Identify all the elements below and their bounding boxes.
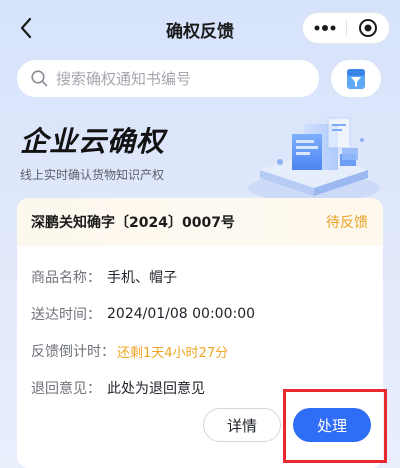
cloud-document-illustration [248,117,380,202]
more-button[interactable] [303,12,346,44]
delivery-time-value: 2024/01/08 00:00:00 [107,306,256,322]
mini-program-capsule [302,12,390,44]
filter-document-icon [347,68,365,89]
return-opinion-value: 此处为退回意见 [107,381,205,397]
close-mini-program-button[interactable] [347,12,389,44]
detail-row-product: 商品名称： 手机、帽子 [31,260,383,294]
search-icon [31,70,48,87]
detail-row-return: 退回意见： 此处为退回意见 [31,371,383,405]
product-name-value: 手机、帽子 [107,270,177,286]
detail-row-countdown: 反馈倒计时： 还剩1天4小时27分 [31,334,383,368]
card-header: 深鹏关知确字〔2024〕0007号 待反馈 [17,198,383,246]
filter-button[interactable] [331,60,381,97]
more-dots-icon [314,25,335,31]
card-details: 商品名称： 手机、帽子 送达时间： 2024/01/08 00:00:00 反馈… [17,246,383,405]
detail-row-delivery: 送达时间： 2024/01/08 00:00:00 [31,297,383,331]
search-input[interactable] [56,69,306,88]
hero-subtitle: 线上实时确认货物知识产权 [20,168,165,182]
detail-button[interactable]: 详情 [203,408,281,442]
target-circle-icon [358,19,377,37]
return-opinion-label: 退回意见： [31,381,101,397]
search-bar [17,60,319,97]
countdown-label: 反馈倒计时： [31,344,115,360]
notice-number: 深鹏关知确字〔2024〕0007号 [31,215,235,231]
nav-bar: 确权反馈 [0,0,400,56]
countdown-value: 还剩1天4小时27分 [117,345,229,361]
handle-button[interactable]: 处理 [293,408,371,442]
delivery-time-label: 送达时间： [31,307,101,323]
product-name-label: 商品名称： [31,270,101,286]
hero-title: 企业云确权 [20,125,166,158]
status-badge: 待反馈 [326,215,368,231]
